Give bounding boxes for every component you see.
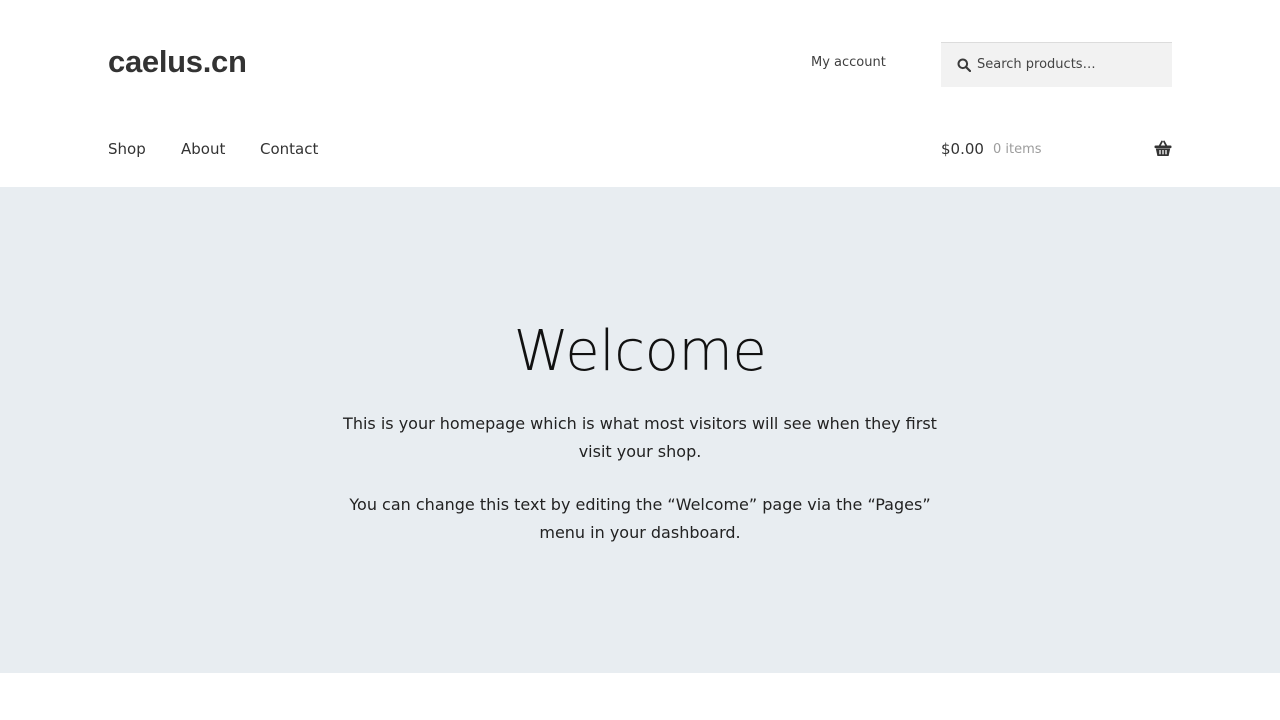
product-search-box[interactable] (941, 42, 1172, 87)
nav-item-shop[interactable]: Shop (108, 139, 146, 159)
page: caelus.cn My account Shop About Contact … (0, 0, 1280, 720)
my-account-link[interactable]: My account (811, 54, 886, 72)
site-header: caelus.cn My account Shop About Contact … (0, 0, 1280, 187)
hero-paragraph-instructions: You can change this text by editing the … (349, 495, 931, 542)
search-icon (957, 58, 971, 72)
site-title-link[interactable]: caelus.cn (108, 42, 247, 82)
nav-item-contact[interactable]: Contact (260, 139, 318, 159)
hero-paragraph-intro: This is your homepage which is what most… (343, 414, 937, 461)
welcome-hero: Welcome This is your homepage which is w… (0, 187, 1280, 673)
page-title: Welcome (513, 319, 767, 384)
cart-total: $0.00 (941, 140, 984, 158)
content-below-hero (0, 673, 1280, 720)
search-input[interactable] (977, 43, 1162, 86)
nav-item-about[interactable]: About (181, 139, 225, 159)
cart-item-count: 0 items (993, 142, 1042, 157)
cart-summary[interactable]: $0.00 0 items (941, 138, 1172, 160)
basket-icon[interactable] (1154, 140, 1172, 157)
